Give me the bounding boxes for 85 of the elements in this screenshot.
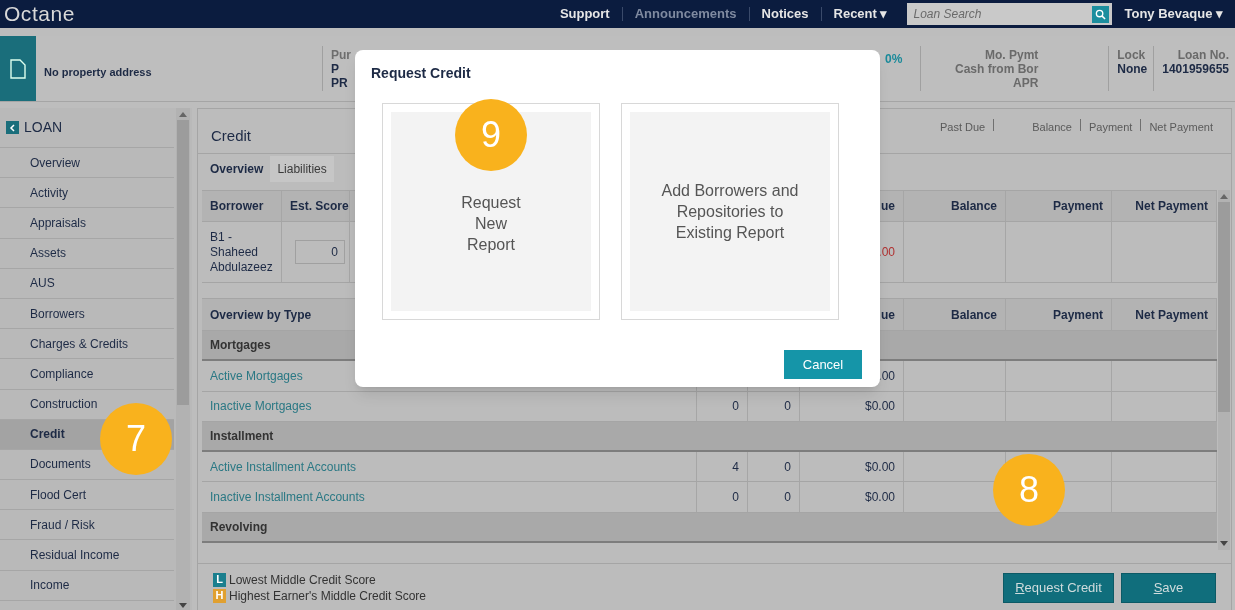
count-cell-text: 0 [732,489,739,507]
scroll-down-icon[interactable] [179,603,187,608]
back-icon[interactable] [6,121,19,134]
cancel-button[interactable]: Cancel [784,350,862,379]
summary-label: Payment [1081,119,1142,131]
nav-link[interactable]: Support [547,4,622,24]
payment-label: APR [1013,76,1039,90]
sidebar-item[interactable]: Activity [0,178,174,209]
scroll-down-icon[interactable] [1220,541,1228,546]
loan-search-field[interactable]: Loan Search [907,3,1090,25]
purpose-text: Pur [331,48,351,62]
count-cell-text: 0 [784,458,791,476]
amount-cell-text: $0.00 [864,489,895,507]
column-header: Borrower [210,198,264,215]
nav-link[interactable]: Recent ▾ [821,4,900,24]
group-label: Revolving [210,518,268,536]
sidebar-item[interactable]: Borrowers [0,298,174,330]
amount-cell-text: $0.00 [864,458,895,476]
column-header: Balance [950,198,997,215]
scrollbar[interactable] [1218,190,1230,550]
scrollbar[interactable] [176,108,190,610]
sidebar-item[interactable]: Fraud / Risk [0,510,174,541]
option-card[interactable]: Add Borrowers and Repositories to Existing Report [630,112,830,311]
sidebar-item[interactable]: Appraisals [0,208,174,239]
scroll-up-icon[interactable] [179,112,187,117]
purpose-text: PR [331,76,349,90]
purpose-text: P [331,62,340,76]
count-cell-text: 0 [784,398,791,416]
sidebar-item[interactable]: Flood Cert [0,480,174,511]
group-label: Mortgages [210,337,271,355]
amount-cell-text: .00 [878,367,895,385]
column-header: Payment [1052,306,1103,324]
rate-value: 0% [885,51,903,68]
nav-link[interactable]: Notices [749,4,821,24]
property-address: No property address [44,65,153,81]
payment-label: Mo. Pymt [985,48,1039,62]
tab[interactable]: Liabilities [270,156,334,182]
sidebar-item[interactable]: Overview [0,148,174,179]
column-header: ue [881,306,895,324]
dialog-title: Request Credit [371,64,472,83]
sidebar-title: LOAN [24,118,63,137]
document-icon [0,36,36,101]
lock-label: Lock [1117,48,1147,62]
column-header: Balance [950,306,997,324]
action-button[interactable]: Request Credit [1003,572,1114,603]
sidebar-item[interactable]: Compliance [0,359,174,390]
summary-label: Net Payment [1148,120,1214,131]
count-cell-text: 0 [732,398,739,416]
logo[interactable]: Octane [4,0,75,30]
sidebar-item[interactable]: Income [0,570,174,601]
sidebar-item[interactable]: AUS [0,268,174,299]
loan-number-label: Loan No. [1177,48,1229,62]
sidebar-item[interactable]: Residual Income [0,540,174,571]
column-header: Est. Score [290,198,349,215]
column-header: ue [881,198,895,215]
column-header: Net Payment [1135,306,1208,324]
payment-label: Cash from Bor [955,62,1039,76]
sidebar-item[interactable]: Assets [0,238,174,269]
nav-link[interactable]: Announcements [622,4,749,24]
past-due-value: .00 [878,244,895,261]
user-menu[interactable]: Tony Bevaque ▾ [1112,4,1235,24]
search-icon [1095,8,1107,20]
column-header: Payment [1052,198,1103,215]
borrower-name: B1 - Shaheed Abdulazeez [210,229,274,275]
score-field[interactable]: 0 [295,240,345,264]
column-header: Net Payment [1135,198,1208,215]
legend-badge: H [213,588,226,603]
scroll-up-icon[interactable] [1220,194,1228,199]
count-cell-text: 0 [784,489,791,507]
column-header: Overview by Type [210,306,312,324]
summary-label: Past Due [931,119,995,131]
action-button[interactable]: Save [1121,572,1216,603]
legend-badge: L [213,572,226,587]
legend-label: Lowest Middle Credit Score [229,571,376,589]
count-cell-text: 4 [732,458,739,476]
loan-number: 1401959655 [1162,62,1229,76]
tab[interactable]: Overview [203,156,271,182]
sidebar-item[interactable]: Charges & Credits [0,329,174,360]
search-button[interactable] [1089,3,1113,25]
summary-label: Balance [1024,119,1081,131]
lock-value: None [1117,62,1148,76]
legend-label: Highest Earner's Middle Credit Score [229,587,427,605]
amount-cell-text: $0.00 [864,398,895,416]
group-label: Installment [210,428,274,446]
page-title: Credit [211,126,251,146]
